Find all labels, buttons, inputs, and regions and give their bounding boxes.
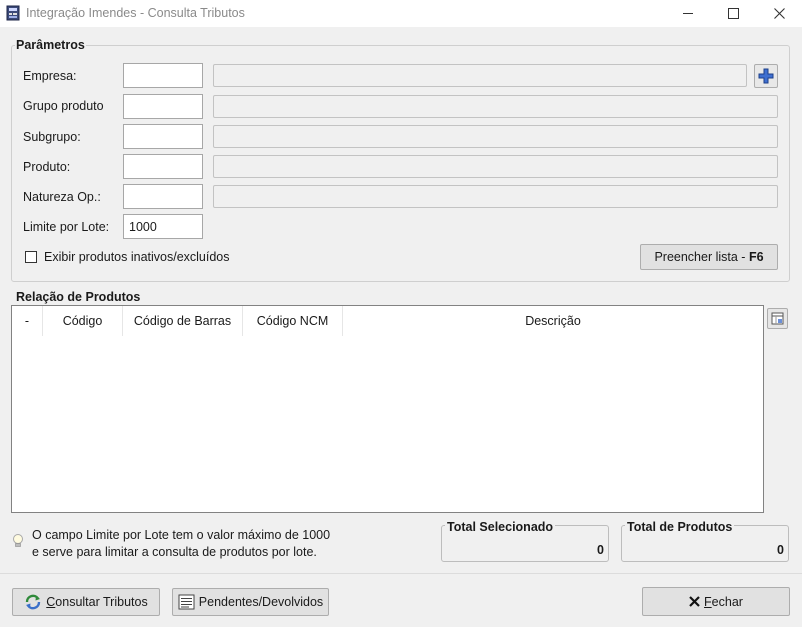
column-codigo-ncm[interactable]: Código NCM [243, 306, 343, 336]
produto-code-input[interactable] [123, 154, 203, 179]
plus-icon [758, 68, 774, 84]
app-icon [6, 5, 20, 21]
minimize-button[interactable] [665, 0, 711, 27]
total-selected-box: Total Selecionado 0 [441, 520, 609, 562]
products-grid[interactable]: - Código Código de Barras Código NCM Des… [11, 305, 764, 513]
total-selected-label: Total Selecionado [445, 520, 556, 534]
grupo-produto-description-field [213, 95, 778, 118]
consult-label: onsultar Tributos [55, 595, 148, 609]
grid-export-button[interactable] [767, 308, 788, 329]
add-empresa-button[interactable] [754, 64, 778, 88]
empresa-code-input[interactable] [123, 63, 203, 88]
total-selected-value: 0 [597, 543, 604, 557]
refresh-icon [24, 594, 42, 610]
fill-list-label: Preencher lista - [654, 250, 749, 264]
grupo-produto-code-input[interactable] [123, 94, 203, 119]
close-icon [773, 8, 785, 19]
parameters-title: Parâmetros [15, 38, 86, 52]
products-title: Relação de Produtos [15, 290, 142, 304]
pending-returned-button[interactable]: Pendentes/Devolvidos [172, 588, 329, 616]
info-text-line1: O campo Limite por Lote tem o valor máxi… [32, 528, 331, 542]
natureza-op-label: Natureza Op.: [23, 190, 101, 204]
window-title: Integração Imendes - Consulta Tributos [26, 6, 245, 20]
show-inactive-checkbox[interactable] [25, 251, 37, 263]
lightbulb-icon [12, 533, 24, 552]
subgrupo-description-field [213, 125, 778, 148]
consult-tributes-button[interactable]: Consultar Tributos [12, 588, 160, 616]
maximize-icon [727, 8, 739, 19]
column-descricao[interactable]: Descrição [343, 306, 763, 336]
subgrupo-code-input[interactable] [123, 124, 203, 149]
close-window-button[interactable] [756, 0, 802, 27]
close-label: echar [711, 594, 743, 609]
total-products-box: Total de Produtos 0 [621, 520, 789, 562]
minimize-icon [683, 13, 693, 14]
produto-description-field [213, 155, 778, 178]
subgrupo-label: Subgrupo: [23, 130, 81, 144]
consult-accel: C [46, 595, 56, 609]
show-inactive-label[interactable]: Exibir produtos inativos/excluídos [44, 250, 230, 264]
fill-list-shortcut: F6 [748, 250, 764, 264]
column-codigo-barras[interactable]: Código de Barras [123, 306, 243, 336]
produto-label: Produto: [23, 160, 71, 174]
list-icon [178, 594, 195, 610]
export-grid-icon [771, 312, 784, 325]
close-accel: F [704, 594, 712, 609]
close-form-button[interactable]: Fechar [642, 587, 790, 616]
natureza-op-code-input[interactable] [123, 184, 203, 209]
total-products-label: Total de Produtos [625, 520, 735, 534]
maximize-button[interactable] [710, 0, 756, 27]
limite-lote-value: 1000 [129, 220, 157, 234]
total-products-value: 0 [777, 543, 784, 557]
footer-separator [0, 573, 802, 574]
pending-label: Pendentes/Devolvidos [198, 595, 324, 609]
limite-lote-input[interactable]: 1000 [123, 214, 203, 239]
x-icon [689, 596, 700, 607]
info-text-line2: e serve para limitar a consulta de produ… [32, 545, 317, 559]
natureza-op-description-field [213, 185, 778, 208]
limite-lote-label: Limite por Lote: [23, 220, 110, 234]
empresa-description-field [213, 64, 747, 87]
fill-list-button[interactable]: Preencher lista - F6 [640, 244, 778, 270]
column-codigo[interactable]: Código [43, 306, 123, 336]
grupo-produto-label: Grupo produto [23, 99, 104, 113]
empresa-label: Empresa: [23, 69, 77, 83]
column-select[interactable]: - [12, 306, 43, 336]
